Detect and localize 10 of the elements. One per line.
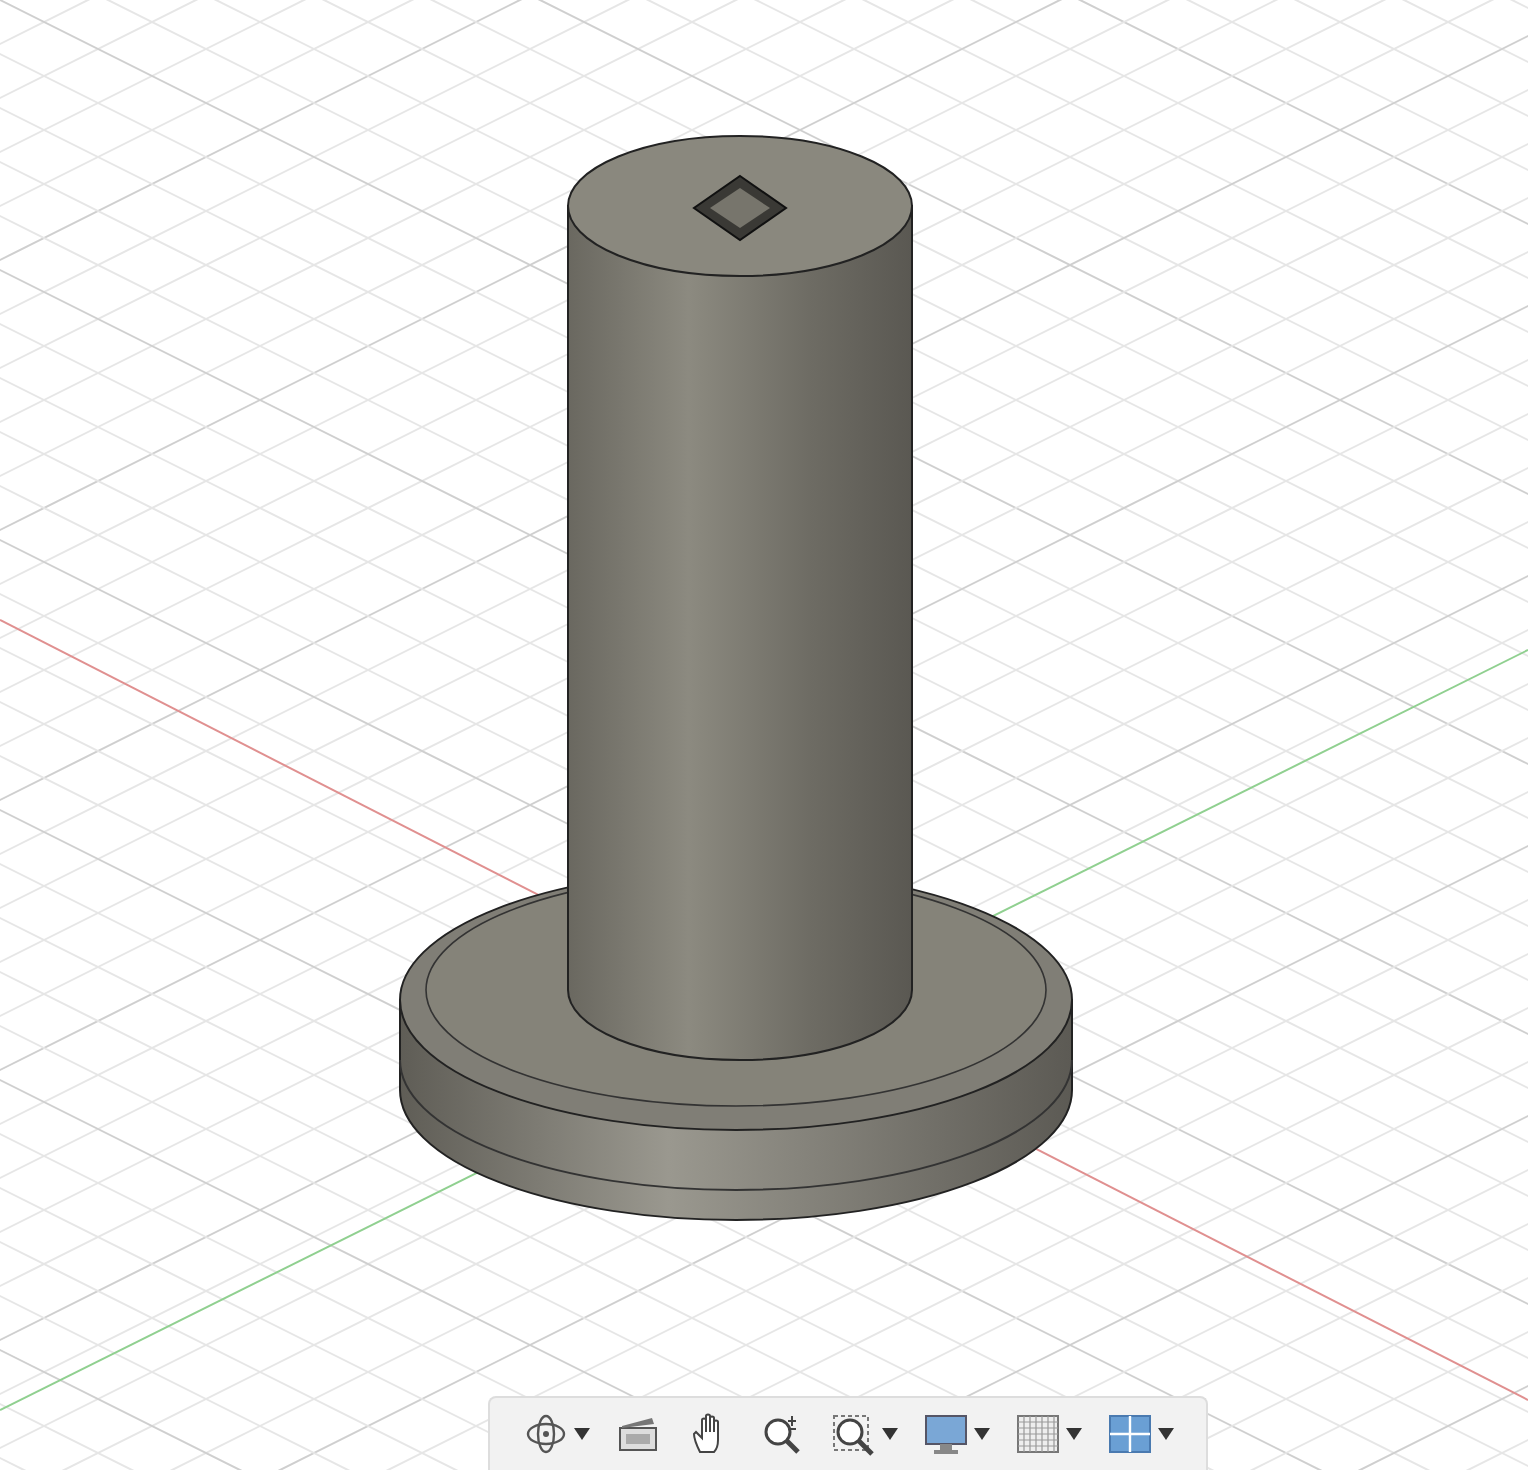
orbit-icon (522, 1410, 570, 1458)
zoom-window-icon (830, 1410, 878, 1458)
viewports-icon (1106, 1410, 1154, 1458)
caret-icon[interactable] (574, 1428, 590, 1440)
caret-icon[interactable] (1066, 1428, 1082, 1440)
grid-icon (1014, 1410, 1062, 1458)
monitor-icon (922, 1410, 970, 1458)
caret-icon[interactable] (882, 1428, 898, 1440)
caret-icon[interactable] (974, 1428, 990, 1440)
caret-icon[interactable] (1158, 1428, 1174, 1440)
